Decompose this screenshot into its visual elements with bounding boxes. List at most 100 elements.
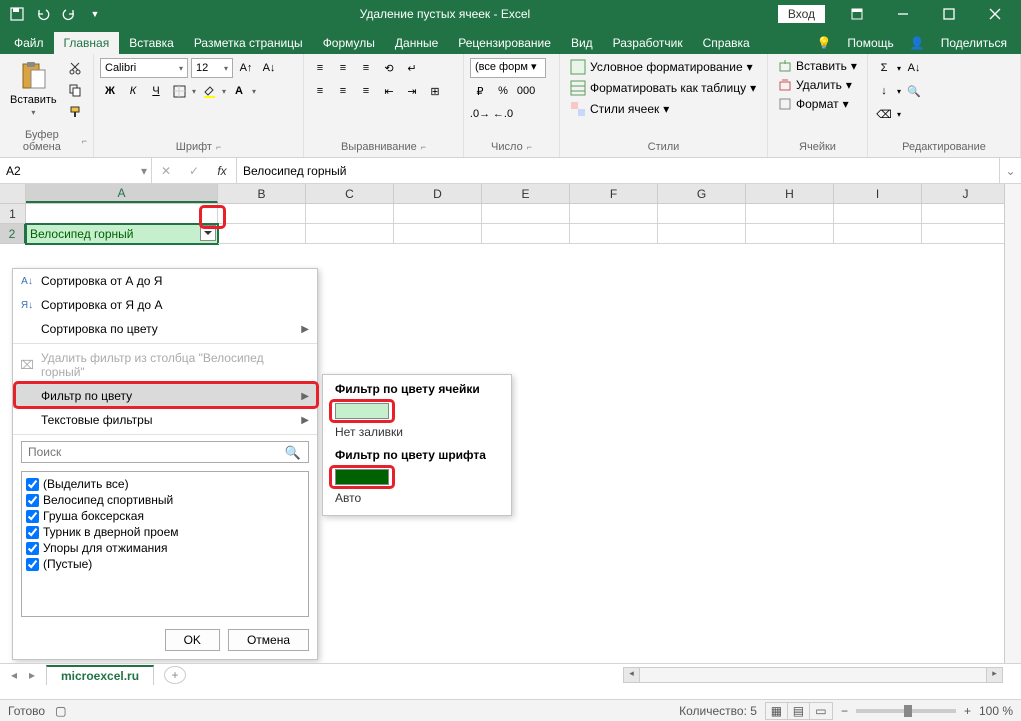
row-header[interactable]: 2	[0, 224, 26, 244]
cell[interactable]	[834, 204, 922, 224]
minimize-icon[interactable]	[881, 0, 925, 28]
undo-icon[interactable]	[32, 3, 54, 25]
sheet-nav-prev-icon[interactable]: ◂	[6, 668, 22, 682]
filter-by-color[interactable]: Фильтр по цвету▶	[13, 384, 317, 408]
comma-icon[interactable]: 000	[516, 81, 536, 101]
cell[interactable]	[922, 204, 1010, 224]
worksheet-grid[interactable]: ABCDEFGHIJ 12Велосипед горный	[0, 184, 1021, 244]
page-layout-view-icon[interactable]: ▤	[788, 703, 810, 719]
cell[interactable]	[482, 224, 570, 244]
number-format-select[interactable]: (все форм ▾	[470, 58, 546, 78]
column-header[interactable]: A	[26, 184, 218, 203]
sheet-nav-next-icon[interactable]: ▸	[24, 668, 40, 682]
clipboard-expand-icon[interactable]: ⌐	[82, 136, 87, 146]
cell[interactable]	[658, 204, 746, 224]
align-center-icon[interactable]: ≡	[333, 81, 353, 101]
font-color-swatch[interactable]	[335, 469, 389, 485]
share-button[interactable]: Поделиться	[931, 32, 1017, 54]
cell[interactable]: Велосипед горный	[26, 224, 218, 244]
filter-check-item[interactable]: Упоры для отжимания	[26, 540, 304, 556]
formula-expand-icon[interactable]: ⌄	[999, 158, 1021, 183]
find-icon[interactable]: 🔍	[904, 81, 924, 101]
cut-icon[interactable]	[65, 58, 85, 78]
cancel-formula-icon[interactable]: ✕	[152, 164, 180, 178]
cell[interactable]	[306, 204, 394, 224]
format-as-table-button[interactable]: Форматировать как таблицу ▾	[566, 79, 761, 97]
filter-checkbox[interactable]	[26, 478, 39, 491]
cell[interactable]	[658, 224, 746, 244]
filter-checkbox[interactable]	[26, 494, 39, 507]
borders-icon[interactable]	[169, 81, 189, 101]
cell[interactable]	[26, 204, 218, 224]
save-icon[interactable]	[6, 3, 28, 25]
clear-icon[interactable]: ⌫	[874, 104, 894, 124]
increase-indent-icon[interactable]: ⇥	[402, 81, 422, 101]
sheet-tab[interactable]: microexcel.ru	[46, 665, 154, 685]
filter-check-item[interactable]: Груша боксерская	[26, 508, 304, 524]
zoom-out-icon[interactable]: −	[841, 704, 848, 718]
filter-checkbox[interactable]	[26, 558, 39, 571]
cell[interactable]	[482, 204, 570, 224]
sort-by-color[interactable]: Сортировка по цвету▶	[13, 317, 317, 341]
filter-dropdown-handle[interactable]	[200, 225, 216, 241]
conditional-formatting-button[interactable]: Условное форматирование ▾	[566, 58, 761, 76]
insert-cells-button[interactable]: Вставить ▾	[774, 58, 861, 74]
font-color-icon[interactable]: A	[229, 81, 249, 101]
increase-decimal-icon[interactable]: .0→	[470, 104, 490, 124]
name-box[interactable]: A2▾	[0, 158, 152, 183]
column-header[interactable]: B	[218, 184, 306, 203]
filter-items-list[interactable]: (Выделить все)Велосипед спортивныйГруша …	[21, 471, 309, 617]
column-header[interactable]: F	[570, 184, 658, 203]
zoom-slider[interactable]	[856, 709, 956, 713]
sort-ascending[interactable]: A↓ Сортировка от А до Я	[13, 269, 317, 293]
ok-button[interactable]: OK	[165, 629, 220, 651]
number-expand-icon[interactable]: ⌐	[527, 142, 532, 152]
zoom-level[interactable]: 100 %	[979, 704, 1013, 718]
cell[interactable]	[570, 224, 658, 244]
wrap-text-icon[interactable]: ↵	[402, 58, 422, 78]
filter-check-item[interactable]: Турник в дверной проем	[26, 524, 304, 540]
align-top-icon[interactable]: ≡	[310, 58, 330, 78]
normal-view-icon[interactable]: ▦	[766, 703, 788, 719]
cell[interactable]	[218, 224, 306, 244]
close-icon[interactable]	[973, 0, 1017, 28]
decrease-indent-icon[interactable]: ⇤	[379, 81, 399, 101]
currency-icon[interactable]: ₽	[470, 81, 490, 101]
cell[interactable]	[834, 224, 922, 244]
cell[interactable]	[570, 204, 658, 224]
add-sheet-icon[interactable]: +	[164, 666, 186, 684]
column-header[interactable]: J	[922, 184, 1010, 203]
tab-insert[interactable]: Вставка	[119, 32, 184, 54]
filter-checkbox[interactable]	[26, 510, 39, 523]
decrease-font-icon[interactable]: A↓	[259, 58, 279, 78]
decrease-decimal-icon[interactable]: ←.0	[493, 104, 513, 124]
fill-icon[interactable]: ↓	[874, 81, 894, 101]
qat-customize-icon[interactable]: ▼	[84, 3, 106, 25]
tab-view[interactable]: Вид	[561, 32, 603, 54]
paste-button[interactable]: Вставить ▾	[6, 58, 61, 119]
macro-record-icon[interactable]: ▢	[55, 704, 66, 718]
column-header[interactable]: D	[394, 184, 482, 203]
font-name-select[interactable]: Calibri▾	[100, 58, 188, 78]
column-header[interactable]: I	[834, 184, 922, 203]
cell[interactable]	[746, 224, 834, 244]
alignment-expand-icon[interactable]: ⌐	[421, 142, 426, 152]
filter-check-item[interactable]: (Выделить все)	[26, 476, 304, 492]
row-header[interactable]: 1	[0, 204, 26, 224]
format-painter-icon[interactable]	[65, 102, 85, 122]
column-header[interactable]: C	[306, 184, 394, 203]
cell[interactable]	[218, 204, 306, 224]
copy-icon[interactable]	[65, 80, 85, 100]
signin-button[interactable]: Вход	[778, 5, 825, 23]
enter-formula-icon[interactable]: ✓	[180, 164, 208, 178]
delete-cells-button[interactable]: Удалить ▾	[774, 77, 861, 93]
font-expand-icon[interactable]: ⌐	[216, 142, 221, 152]
fx-icon[interactable]: fx	[208, 164, 236, 178]
tellme-button[interactable]: Помощь	[837, 32, 903, 54]
sort-filter-icon[interactable]: A↓	[904, 58, 924, 78]
ribbon-display-icon[interactable]	[835, 0, 879, 28]
merge-icon[interactable]: ⊞	[425, 81, 445, 101]
column-header[interactable]: G	[658, 184, 746, 203]
maximize-icon[interactable]	[927, 0, 971, 28]
share-icon[interactable]: 👤	[910, 36, 925, 50]
